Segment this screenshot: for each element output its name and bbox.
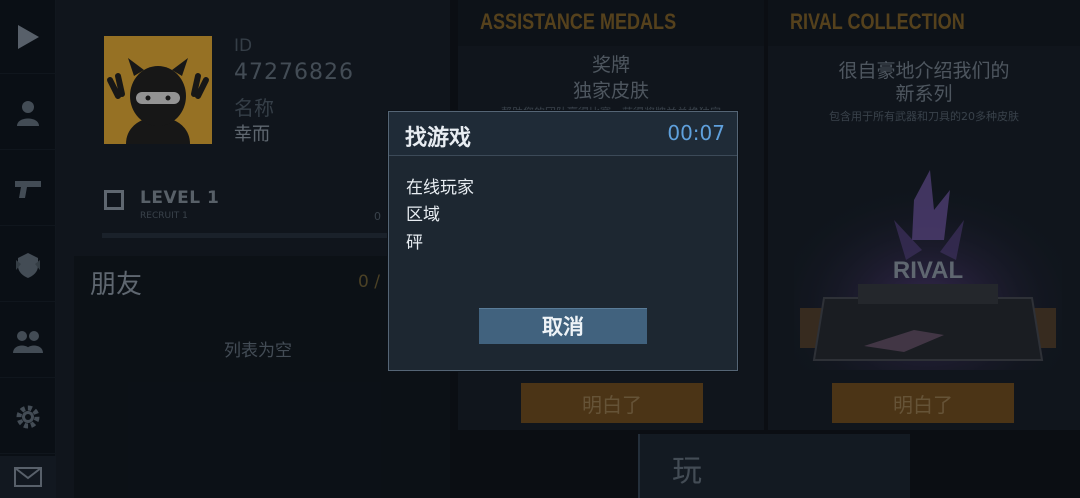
game-mode-label: 砰 [406, 233, 423, 253]
dialog-title: 找游戏 [405, 126, 472, 151]
online-players-label: 在线玩家 [406, 178, 474, 198]
find-game-dialog: 找游戏 00:07 在线玩家 区域 砰 取消 [388, 111, 738, 371]
region-label: 区域 [406, 205, 440, 225]
search-timer: 00:07 [667, 121, 725, 145]
dialog-header: 找游戏 00:07 [389, 112, 737, 156]
cancel-button[interactable]: 取消 [479, 308, 647, 344]
